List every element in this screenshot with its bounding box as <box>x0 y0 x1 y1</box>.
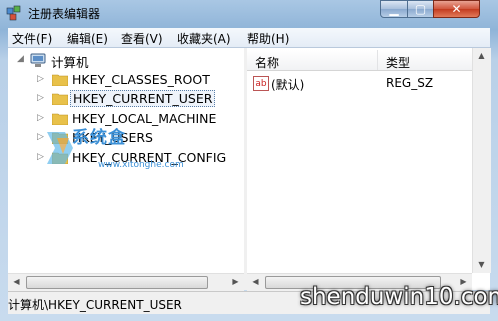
minimize-icon: ▁ <box>389 2 399 16</box>
column-header-type[interactable]: 类型 <box>386 54 410 71</box>
column-divider[interactable] <box>377 50 378 70</box>
close-icon: ✕ <box>451 2 462 16</box>
folder-icon <box>52 93 68 105</box>
regedit-app-icon <box>6 5 21 21</box>
tree-root-computer[interactable]: ◢ 计算机 <box>8 51 244 70</box>
scroll-right-arrow-icon[interactable]: ▶ <box>227 274 244 290</box>
collapse-arrow-icon[interactable]: ◢ <box>17 54 24 64</box>
tree-item-hkcr[interactable]: ▷ HKEY_CLASSES_ROOT <box>8 71 244 89</box>
column-header-name[interactable]: 名称 <box>255 54 279 71</box>
tree-horizontal-scrollbar[interactable]: ◀ ▶ <box>8 273 244 291</box>
tree-item-label-selected: HKEY_CURRENT_USER <box>70 90 216 107</box>
registry-editor-window: 注册表编辑器 ▁ ▢ ✕ 文件(F) 编辑(E) 查看(V) 收藏夹(A) 帮助… <box>0 0 498 321</box>
list-header: 名称 类型 <box>247 50 490 71</box>
menu-bar: 文件(F) 编辑(E) 查看(V) 收藏夹(A) 帮助(H) <box>8 28 490 48</box>
tree-item-hkcu[interactable]: ▷ HKEY_CURRENT_USER <box>8 90 244 108</box>
value-name: (默认) <box>271 78 305 92</box>
scroll-down-arrow-icon[interactable]: ▼ <box>473 257 490 273</box>
list-row[interactable]: ab (默认) REG_SZ <box>253 76 483 94</box>
expand-arrow-icon[interactable]: ▷ <box>37 93 44 103</box>
value-list-pane[interactable]: 名称 类型 ab (默认) REG_SZ <box>247 48 490 290</box>
tree-item-label: HKEY_CLASSES_ROOT <box>72 72 210 87</box>
watermark-site-text: shenduwin10.com <box>300 284 498 310</box>
close-button[interactable]: ✕ <box>433 0 480 18</box>
value-type: REG_SZ <box>386 76 434 90</box>
scroll-left-arrow-icon[interactable]: ◀ <box>247 274 264 290</box>
scroll-up-arrow-icon[interactable]: ▲ <box>473 48 490 64</box>
menu-favorites[interactable]: 收藏夹(A) <box>177 30 231 47</box>
menu-edit[interactable]: 编辑(E) <box>67 30 108 47</box>
tree-root-label: 计算机 <box>51 55 89 70</box>
maximize-icon: ▢ <box>414 2 427 16</box>
status-path: 计算机\HKEY_CURRENT_USER <box>8 298 182 312</box>
menu-file[interactable]: 文件(F) <box>12 30 52 47</box>
menu-view[interactable]: 查看(V) <box>121 30 163 47</box>
folder-icon <box>52 74 68 86</box>
expand-arrow-icon[interactable]: ▷ <box>37 113 44 123</box>
minimize-button[interactable]: ▁ <box>380 0 408 18</box>
menu-help[interactable]: 帮助(H) <box>247 30 289 47</box>
tree-scroll-thumb[interactable] <box>26 276 208 289</box>
computer-icon <box>30 53 46 67</box>
title-bar[interactable]: 注册表编辑器 ▁ ▢ ✕ <box>0 0 498 28</box>
maximize-button[interactable]: ▢ <box>407 0 434 18</box>
expand-arrow-icon[interactable]: ▷ <box>37 74 44 84</box>
watermark-logo-url: www.xitonghe.com <box>98 160 184 170</box>
window-title: 注册表编辑器 <box>28 7 101 21</box>
string-value-icon: ab <box>253 76 269 91</box>
watermark-logo-text: 系统盒 <box>72 128 126 148</box>
scroll-left-arrow-icon[interactable]: ◀ <box>8 274 25 290</box>
list-vertical-scrollbar[interactable]: ▲ ▼ <box>472 48 491 273</box>
